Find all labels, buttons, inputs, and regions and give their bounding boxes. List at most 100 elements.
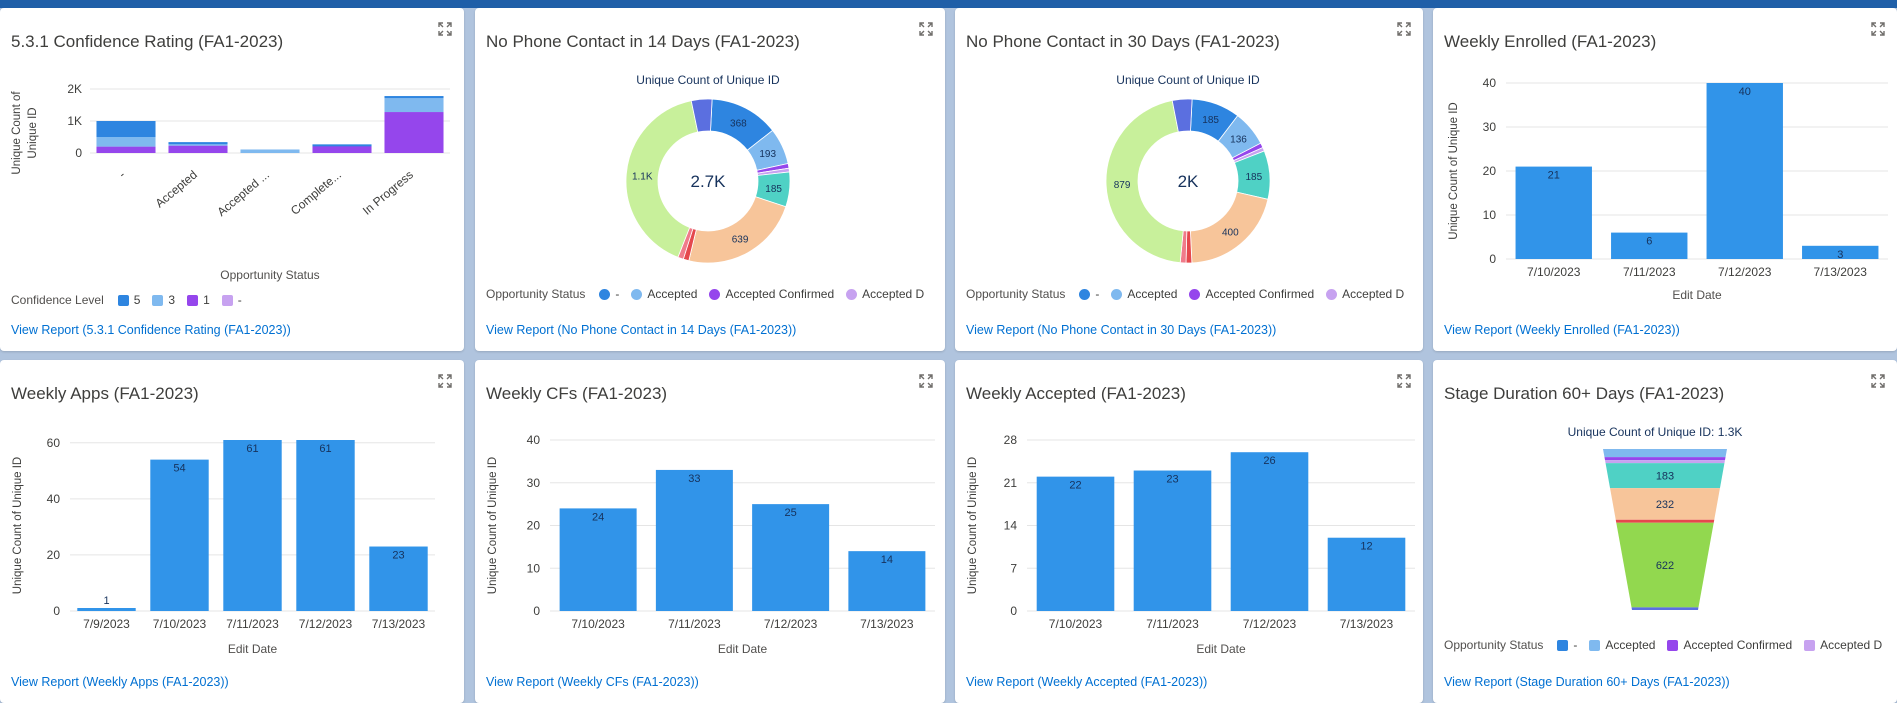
weekly-cfs-card: Weekly CFs (FA1-2023) 0 10 20 30 40 24 7/10/20… bbox=[475, 360, 945, 703]
view-report-link[interactable]: View Report (Weekly CFs (FA1-2023)) bbox=[486, 675, 699, 689]
bar-segment bbox=[96, 146, 156, 153]
data-label: 61 bbox=[246, 443, 258, 455]
x-tick-label: 7/10/2023 bbox=[1049, 617, 1103, 631]
legend-item-1[interactable]: 1 bbox=[187, 293, 210, 307]
legend-item-dash[interactable]: - bbox=[1557, 638, 1577, 652]
legend-item-3[interactable]: 3 bbox=[152, 293, 175, 307]
x-axis-title: Edit Date bbox=[1672, 288, 1722, 302]
legend-item-dash[interactable]: - bbox=[1079, 287, 1099, 301]
legend-item-accepted-confirmed[interactable]: Accepted Confirmed bbox=[709, 287, 834, 301]
legend-item-dash[interactable]: - bbox=[221, 293, 242, 307]
legend-dot bbox=[846, 288, 858, 300]
legend-item-dash[interactable]: - bbox=[599, 287, 619, 301]
legend-item-5[interactable]: 5 bbox=[117, 293, 140, 307]
x-tick-label: Accepted ... bbox=[214, 168, 272, 219]
x-tick-label: - bbox=[116, 168, 128, 181]
slice-label: 193 bbox=[759, 149, 776, 160]
x-axis-title: Edit Date bbox=[228, 642, 278, 656]
bar bbox=[1706, 83, 1783, 259]
y-tick-label: 14 bbox=[1004, 519, 1018, 533]
legend-item-accepted-d[interactable]: Accepted D bbox=[1326, 287, 1404, 301]
legend-item-accepted[interactable]: Accepted bbox=[1589, 638, 1655, 652]
slice-label: 400 bbox=[1222, 228, 1239, 239]
x-tick-label: 7/13/2023 bbox=[1340, 617, 1394, 631]
x-tick-label: 7/10/2023 bbox=[571, 617, 625, 631]
y-tick-label: 10 bbox=[527, 561, 541, 575]
bar-segment bbox=[240, 149, 300, 153]
legend-swatch bbox=[1667, 639, 1679, 651]
x-axis-title: Edit Date bbox=[718, 642, 768, 656]
x-tick-label: 7/11/2023 bbox=[226, 617, 279, 631]
view-report-link[interactable]: View Report (Weekly Apps (FA1-2023)) bbox=[11, 675, 229, 689]
view-report-link[interactable]: View Report (5.3.1 Confidence Rating (FA… bbox=[11, 323, 291, 337]
y-tick-label: 40 bbox=[1483, 76, 1497, 90]
y-tick-label: 21 bbox=[1004, 476, 1018, 490]
view-report-link[interactable]: View Report (No Phone Contact in 14 Days… bbox=[486, 323, 796, 337]
bar bbox=[1230, 452, 1309, 611]
y-axis-title: Unique Count of Unique ID bbox=[1448, 102, 1460, 239]
x-tick-label: 7/13/2023 bbox=[860, 617, 914, 631]
view-report-link[interactable]: View Report (No Phone Contact in 30 Days… bbox=[966, 323, 1276, 337]
y-tick-label: 20 bbox=[527, 519, 541, 533]
bar bbox=[559, 508, 637, 611]
bar bbox=[223, 440, 282, 611]
segment-label: 232 bbox=[1656, 499, 1674, 511]
y-tick-label: 0 bbox=[53, 604, 60, 618]
bar bbox=[655, 469, 733, 611]
data-label: 26 bbox=[1263, 455, 1275, 467]
data-label: 6 bbox=[1646, 236, 1652, 248]
legend-item-accepted-d[interactable]: Accepted D bbox=[846, 287, 924, 301]
data-label: 12 bbox=[1360, 541, 1372, 553]
x-tick-label: 7/9/2023 bbox=[83, 617, 130, 631]
legend-item-accepted-d[interactable]: Accepted D bbox=[1804, 638, 1882, 652]
y-axis-title: Unique Count of Unique ID bbox=[487, 457, 499, 594]
x-tick-label: 7/11/2023 bbox=[668, 617, 721, 631]
legend-item-accepted[interactable]: Accepted bbox=[631, 287, 697, 301]
funnel-segment bbox=[1615, 519, 1715, 523]
data-label: 33 bbox=[688, 473, 700, 485]
apps-bar-chart: 0 20 40 60 1 7/9/2023 54 7/10/2023 61 7/11/2023 61… bbox=[12, 436, 435, 656]
x-axis-title: Opportunity Status bbox=[220, 268, 319, 282]
data-label: 22 bbox=[1069, 480, 1081, 492]
legend-item-accepted-confirmed[interactable]: Accepted Confirmed bbox=[1667, 638, 1792, 652]
y-tick-label: 40 bbox=[47, 492, 61, 506]
legend-dot bbox=[1079, 288, 1091, 300]
funnel-segment bbox=[1631, 607, 1699, 610]
funnel-segment bbox=[1604, 457, 1726, 461]
legend-swatch bbox=[221, 294, 233, 306]
stage-duration-card: Stage Duration 60+ Days (FA1-2023) Uniqu… bbox=[1433, 360, 1897, 703]
legend-item-accepted[interactable]: Accepted bbox=[1111, 287, 1177, 301]
chart-legend: Opportunity Status - Accepted Accepted C… bbox=[486, 287, 928, 301]
y-tick-label: 10 bbox=[1483, 208, 1497, 222]
legend-item-accepted-confirmed[interactable]: Accepted Confirmed bbox=[1189, 287, 1314, 301]
legend-swatch bbox=[152, 294, 164, 306]
bar-segment bbox=[168, 142, 228, 145]
y-axis-title: Unique Count of bbox=[11, 91, 23, 175]
view-report-link[interactable]: View Report (Stage Duration 60+ Days (FA… bbox=[1444, 675, 1730, 689]
view-report-link[interactable]: View Report (Weekly Enrolled (FA1-2023)) bbox=[1444, 323, 1680, 337]
funnel-segment bbox=[1603, 449, 1727, 458]
y-tick-label: 30 bbox=[1483, 120, 1497, 134]
y-tick-label: 0 bbox=[533, 604, 540, 618]
bar-segment bbox=[96, 137, 156, 147]
y-tick-label: 1K bbox=[67, 114, 82, 128]
bar bbox=[77, 608, 136, 611]
legend-dot bbox=[1326, 288, 1338, 300]
slice-label: 639 bbox=[732, 235, 749, 246]
legend-swatch bbox=[117, 294, 129, 306]
x-tick-label: 7/11/2023 bbox=[1623, 265, 1676, 279]
view-report-link[interactable]: View Report (Weekly Accepted (FA1-2023)) bbox=[966, 675, 1207, 689]
y-tick-label: 0 bbox=[1489, 252, 1496, 266]
donut-slice bbox=[688, 196, 787, 264]
x-tick-label: Complete... bbox=[288, 168, 344, 218]
dashboard-top-bar bbox=[0, 0, 1897, 8]
legend-title: Confidence Level bbox=[11, 293, 104, 307]
bar-segment bbox=[96, 121, 156, 137]
x-tick-label: 7/12/2023 bbox=[299, 617, 353, 631]
data-label: 23 bbox=[1166, 474, 1178, 486]
slice-label: 1.1K bbox=[632, 171, 653, 182]
chart-title: Unique Count of Unique ID bbox=[636, 73, 780, 87]
y-tick-label: 28 bbox=[1004, 433, 1018, 447]
y-tick-label: 40 bbox=[527, 433, 541, 447]
legend-swatch bbox=[1589, 639, 1601, 651]
